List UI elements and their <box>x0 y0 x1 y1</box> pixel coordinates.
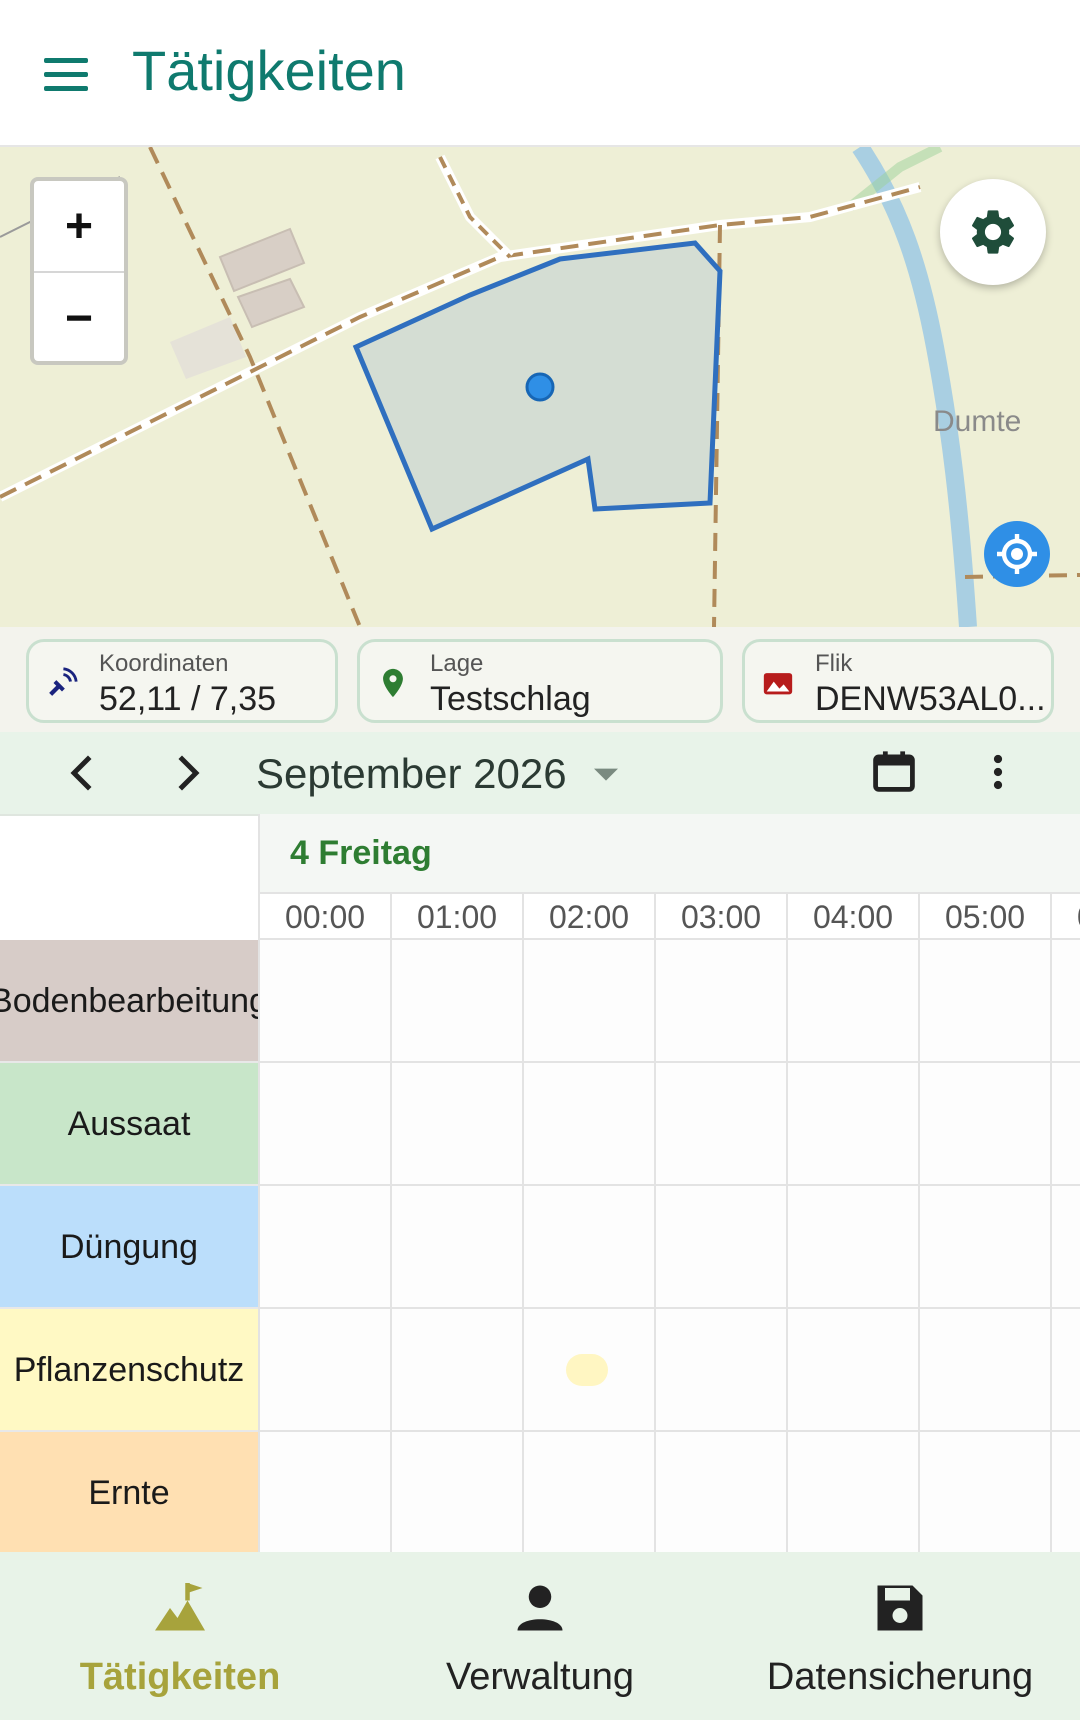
pflanzenschutz-event[interactable] <box>566 1354 608 1386</box>
schedule-grid[interactable] <box>258 940 1080 1552</box>
month-dropdown[interactable] <box>590 758 622 790</box>
grid-line <box>258 1307 1080 1309</box>
nav-verwaltung[interactable]: Verwaltung <box>360 1552 720 1720</box>
grid-line <box>258 1184 1080 1186</box>
grid-line <box>918 940 920 1552</box>
app-header: Tätigkeiten <box>0 0 1080 147</box>
chevron-left-icon <box>70 755 92 791</box>
grid-line <box>258 1430 1080 1432</box>
hamburger-icon[interactable] <box>36 44 96 104</box>
hour-label: 05:00 <box>918 894 1050 938</box>
chevron-right-icon <box>178 755 200 791</box>
nav-taetigkeiten[interactable]: Tätigkeiten <box>0 1552 360 1720</box>
flik-value: DENW53AL0... <box>815 680 1046 718</box>
grid-line <box>1050 940 1052 1552</box>
row-label-ernte: Ernte <box>0 1432 258 1555</box>
row-label-aussaat: Aussaat <box>0 1063 258 1186</box>
nav-label: Tätigkeiten <box>79 1656 281 1698</box>
zoom-control: + − <box>30 177 128 365</box>
day-header: 4 Freitag <box>258 814 1080 892</box>
lage-label: Lage <box>430 650 484 677</box>
hour-label: 02:00 <box>522 894 654 938</box>
zoom-out-button[interactable]: − <box>34 273 124 363</box>
lage-value: Testschlag <box>430 680 591 718</box>
row-label-bodenbearbeitung: Bodenbearbeitung <box>0 940 268 1063</box>
coordinates-label: Koordinaten <box>99 650 229 677</box>
lage-chip[interactable]: Lage Testschlag <box>357 639 723 723</box>
track-line <box>148 147 362 627</box>
map-place-label: Dumte <box>933 405 1022 438</box>
gear-icon <box>971 210 1015 254</box>
grid-line <box>390 940 392 1552</box>
zoom-in-button[interactable]: + <box>34 181 124 273</box>
hour-label: 01:00 <box>390 894 522 938</box>
dropdown-arrow-icon <box>594 768 618 781</box>
flik-label: Flik <box>815 650 853 677</box>
image-icon <box>763 673 793 695</box>
page-title: Tätigkeiten <box>132 39 406 102</box>
next-button[interactable] <box>160 746 214 800</box>
month-label[interactable]: September 2026 <box>256 750 567 798</box>
location-pin-icon <box>383 668 403 698</box>
grid-line <box>654 940 656 1552</box>
nav-datensicherung[interactable]: Datensicherung <box>720 1552 1080 1720</box>
satellite-signal-icon <box>49 667 78 696</box>
more-options-button[interactable] <box>972 746 1024 798</box>
hour-header-row: 00:00 01:00 02:00 03:00 04:00 05:00 06:0… <box>258 892 1080 940</box>
gps-target-icon <box>997 534 1037 574</box>
previous-button[interactable] <box>56 746 110 800</box>
nav-label: Datensicherung <box>766 1656 1034 1698</box>
field-flag-icon <box>155 1583 205 1631</box>
grid-line <box>258 940 260 1552</box>
grid-line <box>258 1061 1080 1063</box>
flik-chip[interactable]: Flik DENW53AL0... <box>742 639 1054 723</box>
coordinates-value: 52,11 / 7,35 <box>99 680 277 718</box>
grid-line <box>786 940 788 1552</box>
map-settings-button[interactable] <box>940 179 1046 285</box>
map-canvas[interactable] <box>0 147 1080 627</box>
hour-label: 06:00 <box>1050 894 1080 938</box>
hour-label: 00:00 <box>258 894 390 938</box>
field-center-marker <box>525 372 555 402</box>
locate-button[interactable] <box>984 521 1050 587</box>
grid-line <box>522 940 524 1552</box>
hour-label: 03:00 <box>654 894 786 938</box>
coordinates-chip[interactable]: Koordinaten 52,11 / 7,35 <box>26 639 338 723</box>
calendar-toolbar: September 2026 <box>0 732 1080 816</box>
calendar-icon <box>873 751 915 792</box>
save-icon <box>877 1585 923 1631</box>
info-chip-bar: Koordinaten 52,11 / 7,35 Lage Testschlag… <box>0 627 1080 732</box>
more-vert-icon <box>993 754 1003 790</box>
row-label-duengung: Düngung <box>0 1186 258 1309</box>
map-view[interactable]: Dumte + − <box>0 147 1080 627</box>
track-bg <box>435 154 514 261</box>
bottom-navigation: Tätigkeiten Verwaltung Datensicherung <box>0 1552 1080 1720</box>
row-label-pflanzenschutz: Pflanzenschutz <box>0 1309 258 1432</box>
calendar-button[interactable] <box>868 746 920 798</box>
hour-label: 04:00 <box>786 894 918 938</box>
day-title: 4 Freitag <box>290 834 432 872</box>
nav-label: Verwaltung <box>445 1656 634 1698</box>
person-icon <box>517 1585 563 1631</box>
